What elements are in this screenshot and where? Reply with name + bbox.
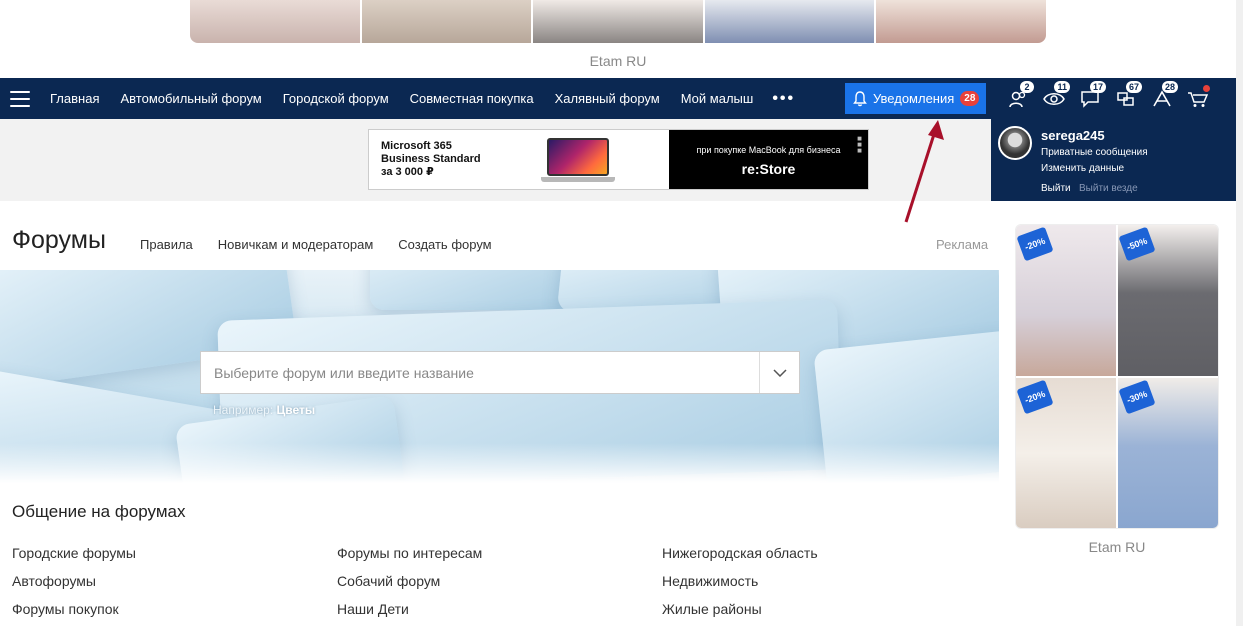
ad-text: Microsoft 365 Business Standard за 3 000…	[381, 140, 491, 179]
page-scrollbar[interactable]	[1236, 0, 1243, 626]
nav-item-my-baby[interactable]: Мой малыш	[681, 91, 754, 106]
laptop-image	[541, 137, 615, 182]
right-ad[interactable]: -20% -50% -20% -30%	[1015, 224, 1219, 529]
search-dropdown-toggle[interactable]	[759, 352, 799, 393]
store-logo: re:Store	[741, 161, 796, 177]
advertising-label: Реклама	[936, 237, 989, 252]
nav-item-joint-purchase[interactable]: Совместная покупка	[410, 91, 534, 106]
user-panel: serega245 Приватные сообщения Изменить д…	[991, 119, 1236, 201]
page-title: Форумы	[12, 226, 106, 254]
ad-product-image[interactable]: -20%	[1016, 378, 1116, 528]
private-messages-link[interactable]: Приватные сообщения	[1041, 147, 1148, 158]
answers-count: 28	[1161, 80, 1178, 93]
newcomers-link[interactable]: Новичкам и модераторам	[218, 237, 374, 252]
nav-more-button[interactable]: •••	[772, 90, 795, 108]
nav-icons: 2 11 17 67 28	[1000, 78, 1216, 119]
ad-line-3: за 3 000 ₽	[381, 166, 434, 178]
menu-icon[interactable]	[10, 90, 30, 107]
discount-tag: -30%	[1118, 379, 1156, 415]
logout-link[interactable]: Выйти	[1041, 183, 1071, 194]
avatar[interactable]	[998, 126, 1032, 160]
ad-promo-text: при покупке MacBook для бизнеса	[696, 145, 841, 155]
cart-icon	[1188, 91, 1209, 107]
forums-section-title: Общение на форумах	[12, 502, 186, 521]
forum-link[interactable]: Форумы по интересам	[337, 545, 482, 573]
main-nav: Главная Автомобильный форум Городской фо…	[0, 78, 1236, 119]
top-ad-label[interactable]: Etam RU	[0, 53, 1236, 69]
forums-column-1: Городские форумы Автофорумы Форумы покуп…	[12, 545, 136, 626]
answers-button[interactable]: 28	[1144, 80, 1180, 111]
ad-line-1: Microsoft 365	[381, 140, 452, 152]
create-forum-link[interactable]: Создать форум	[398, 237, 491, 252]
forum-link[interactable]: Городские форумы	[12, 545, 136, 573]
views-count: 11	[1054, 80, 1070, 93]
messages-count: 17	[1089, 80, 1106, 93]
discount-tag: -20%	[1016, 226, 1054, 262]
annotation-arrow-icon	[904, 120, 944, 223]
forum-search-input[interactable]	[201, 352, 759, 393]
cart-button[interactable]	[1180, 84, 1216, 111]
forum-link[interactable]: Наши Дети	[337, 601, 482, 626]
messages-button[interactable]: 17	[1072, 80, 1108, 111]
notifications-count-badge: 28	[960, 91, 980, 106]
forum-link[interactable]: Недвижимость	[662, 573, 818, 601]
search-example: Например: Цветы	[213, 403, 315, 417]
forum-search-box	[200, 351, 800, 394]
chevron-down-icon	[772, 368, 787, 377]
notifications-label: Уведомления	[873, 91, 955, 106]
ad-product-image[interactable]	[533, 0, 703, 43]
friends-count: 2	[1020, 80, 1034, 93]
nav-item-home[interactable]: Главная	[50, 91, 99, 106]
search-example-value[interactable]: Цветы	[277, 403, 316, 417]
page: Etam RU Главная Автомобильный форум Горо…	[0, 0, 1243, 626]
top-ad-images[interactable]	[190, 0, 1046, 43]
sub-nav: Правила Новичкам и модераторам Создать ф…	[140, 237, 492, 252]
discount-tag: -20%	[1016, 379, 1054, 415]
microsoft-365-ad[interactable]: Microsoft 365 Business Standard за 3 000…	[368, 129, 869, 190]
forums-column-2: Форумы по интересам Собачий форум Наши Д…	[337, 545, 482, 626]
forum-link[interactable]: Собачий форум	[337, 573, 482, 601]
ad-product-image[interactable]: -50%	[1118, 225, 1218, 376]
ad-product-image[interactable]	[361, 0, 532, 43]
ad-product-image[interactable]	[190, 0, 360, 43]
notifications-button[interactable]: Уведомления 28	[845, 83, 986, 114]
forum-link[interactable]: Жилые районы	[662, 601, 818, 626]
logout-everywhere-link[interactable]: Выйти везде	[1079, 183, 1138, 194]
forums-count: 67	[1125, 80, 1142, 93]
cart-indicator-dot	[1203, 84, 1210, 92]
ad-line-2: Business Standard	[381, 153, 481, 165]
search-example-prefix: Например:	[213, 403, 274, 417]
ad-right-panel: при покупке MacBook для бизнеса re:Store…	[669, 130, 868, 189]
ad-options-icon[interactable]: ■ ■ ■	[857, 135, 862, 155]
forum-link[interactable]: Автофорумы	[12, 573, 136, 601]
nav-item-auto-forum[interactable]: Автомобильный форум	[120, 91, 261, 106]
ad-product-image[interactable]	[876, 0, 1046, 43]
nav-item-freebie-forum[interactable]: Халявный форум	[555, 91, 660, 106]
friends-button[interactable]: 2	[1000, 80, 1036, 111]
username[interactable]: serega245	[1041, 128, 1105, 143]
forums-button[interactable]: 67	[1108, 80, 1144, 111]
bell-icon	[853, 90, 867, 106]
forums-column-3: Нижегородская область Недвижимость Жилые…	[662, 545, 818, 626]
rules-link[interactable]: Правила	[140, 237, 193, 252]
ad-left-panel: Microsoft 365 Business Standard за 3 000…	[369, 130, 669, 189]
nav-item-city-forum[interactable]: Городской форум	[283, 91, 389, 106]
views-button[interactable]: 11	[1036, 80, 1072, 111]
ad-product-image[interactable]: -30%	[1118, 378, 1218, 528]
ad-product-image[interactable]: -20%	[1016, 225, 1116, 376]
discount-tag: -50%	[1118, 226, 1156, 262]
ad-product-image[interactable]	[704, 0, 875, 43]
forum-link[interactable]: Нижегородская область	[662, 545, 818, 573]
right-ad-label[interactable]: Etam RU	[1015, 539, 1219, 555]
eye-icon	[1043, 92, 1065, 105]
edit-profile-link[interactable]: Изменить данные	[1041, 163, 1124, 174]
forum-link[interactable]: Форумы покупок	[12, 601, 136, 626]
